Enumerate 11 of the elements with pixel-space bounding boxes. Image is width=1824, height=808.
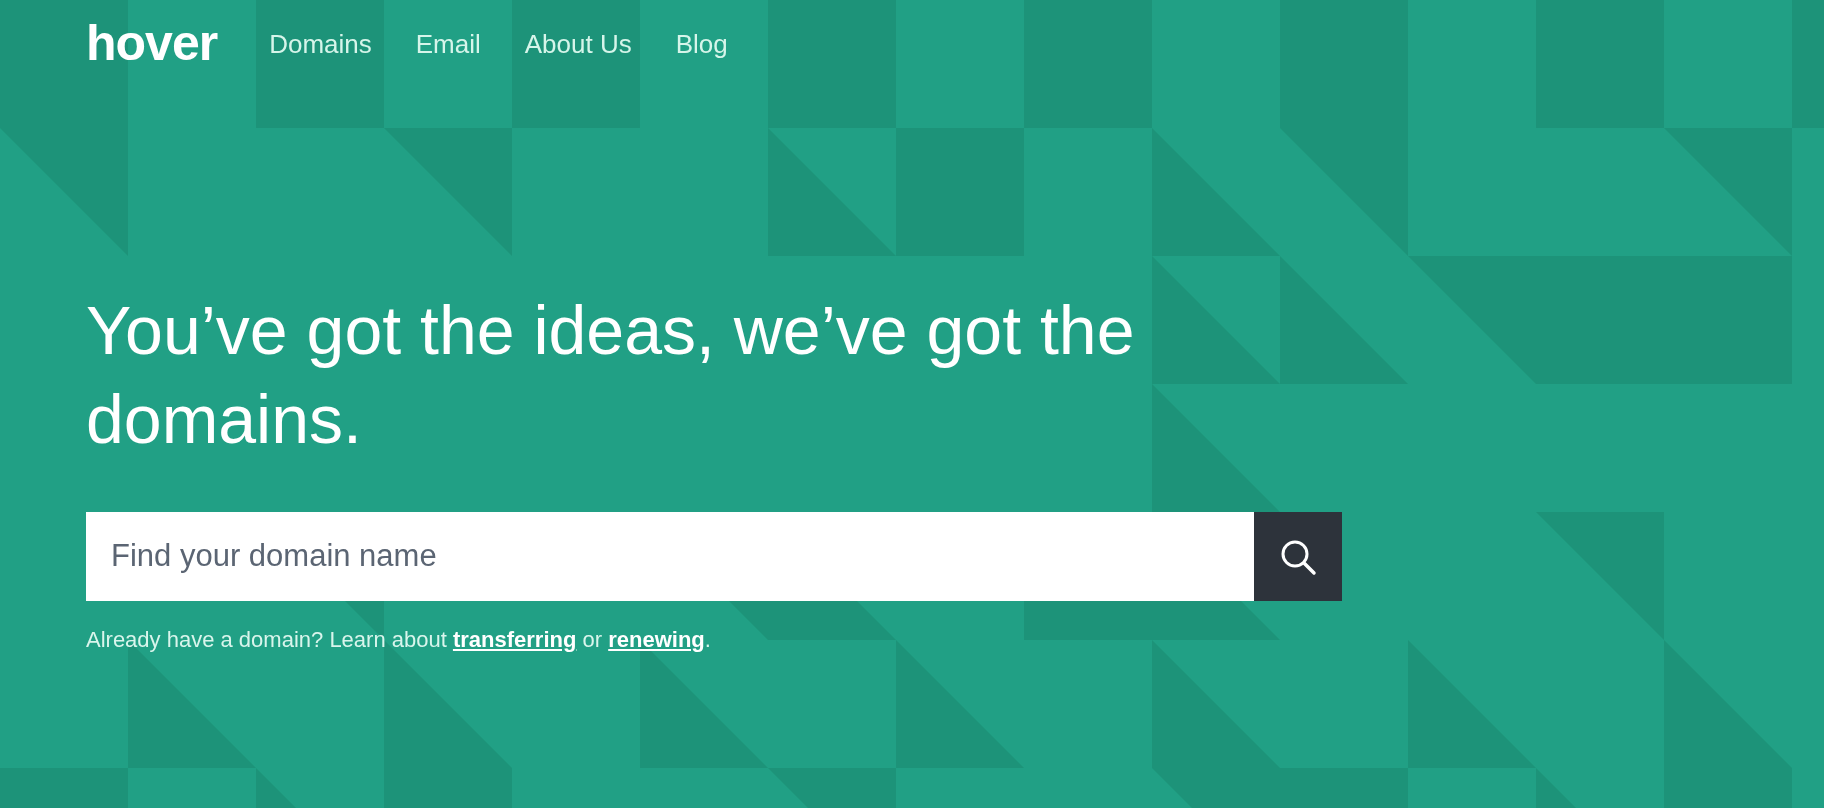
text-link[interactable]: renewing: [608, 627, 705, 652]
search-button[interactable]: [1254, 512, 1342, 601]
nav-link[interactable]: Domains: [269, 24, 372, 64]
logo[interactable]: hover: [86, 18, 218, 68]
headline: You’ve got the ideas, we’ve got the domains.: [86, 291, 1136, 459]
nav-link[interactable]: Email: [415, 24, 481, 64]
nav-link[interactable]: About Us: [524, 24, 632, 64]
search-field[interactable]: Find your domain name: [86, 512, 1254, 601]
text-link[interactable]: transferring: [452, 627, 577, 652]
nav-link[interactable]: Blog: [675, 24, 728, 64]
transfer-hint: Already have a domain? Learn about transferring or renewing.: [86, 626, 712, 654]
